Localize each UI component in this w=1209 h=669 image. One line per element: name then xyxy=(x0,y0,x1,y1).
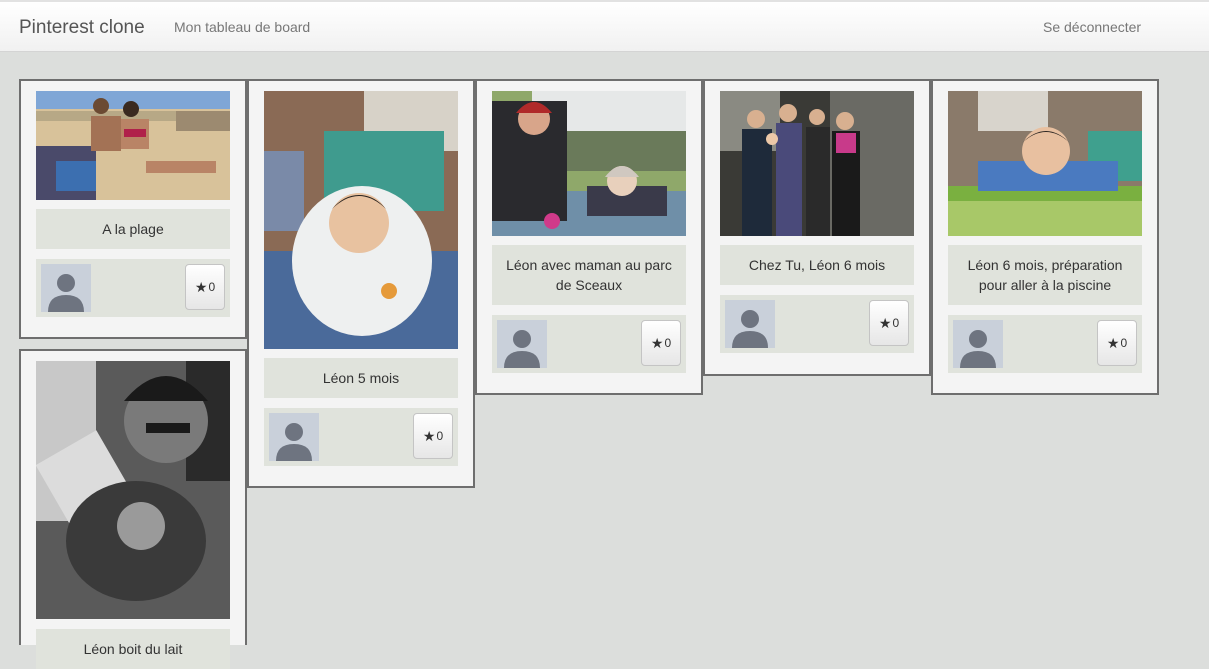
pin-footer: ★ 0 xyxy=(264,408,458,466)
like-button[interactable]: ★ 0 xyxy=(413,413,453,459)
user-avatar[interactable] xyxy=(41,264,91,312)
star-icon: ★ xyxy=(650,334,664,351)
bottle-photo-icon xyxy=(36,361,230,619)
family-photo-icon xyxy=(720,91,914,236)
pin-footer: ★ 0 xyxy=(720,295,914,353)
user-avatar[interactable] xyxy=(953,320,1003,368)
beach-photo-icon xyxy=(36,91,230,200)
pin-caption: A la plage xyxy=(36,209,230,249)
like-button[interactable]: ★ 0 xyxy=(641,320,681,366)
like-button[interactable]: ★ 0 xyxy=(869,300,909,346)
board-link[interactable]: Mon tableau de board xyxy=(174,19,310,35)
user-silhouette-icon xyxy=(960,330,996,368)
star-icon: ★ xyxy=(1106,334,1120,351)
user-avatar[interactable] xyxy=(497,320,547,368)
pin-caption: Chez Tu, Léon 6 mois xyxy=(720,245,914,285)
pin-photo[interactable] xyxy=(264,91,458,349)
pin-card: Chez Tu, Léon 6 mois ★ 0 xyxy=(703,79,931,376)
pin-footer: ★ 0 xyxy=(36,259,230,317)
like-button[interactable]: ★ 0 xyxy=(185,264,225,310)
star-icon: ★ xyxy=(422,427,436,444)
pin-card: Léon avec maman au parc de Sceaux ★ 0 xyxy=(475,79,703,395)
pin-photo[interactable] xyxy=(720,91,914,236)
brand-link[interactable]: Pinterest clone xyxy=(19,17,145,39)
pin-card: Léon boit du lait xyxy=(19,349,247,669)
baby-photo-icon xyxy=(264,91,458,349)
user-silhouette-icon xyxy=(276,423,312,461)
user-avatar[interactable] xyxy=(269,413,319,461)
pin-photo[interactable] xyxy=(36,361,230,619)
logout-link[interactable]: Se déconnecter xyxy=(1043,19,1141,35)
pin-photo[interactable] xyxy=(36,91,230,200)
user-avatar[interactable] xyxy=(725,300,775,348)
pin-footer: ★ 0 xyxy=(948,315,1142,373)
pin-caption: Léon 5 mois xyxy=(264,358,458,398)
like-button[interactable]: ★ 0 xyxy=(1097,320,1137,366)
user-silhouette-icon xyxy=(48,274,84,312)
user-silhouette-icon xyxy=(504,330,540,368)
pin-caption: Léon 6 mois, préparation pour aller à la… xyxy=(948,245,1142,305)
star-icon: ★ xyxy=(194,278,208,295)
pin-photo[interactable] xyxy=(948,91,1142,236)
pin-photo[interactable] xyxy=(492,91,686,236)
park-photo-icon xyxy=(492,91,686,236)
user-silhouette-icon xyxy=(732,310,768,348)
pin-card: A la plage ★ 0 xyxy=(19,79,247,339)
pin-caption: Léon avec maman au parc de Sceaux xyxy=(492,245,686,305)
pin-footer: ★ 0 xyxy=(492,315,686,373)
pin-card: Léon 5 mois ★ 0 xyxy=(247,79,475,488)
navbar: Pinterest clone Mon tableau de board Se … xyxy=(0,0,1209,52)
pin-caption: Léon boit du lait xyxy=(36,629,230,669)
star-icon: ★ xyxy=(878,314,892,331)
pin-card: Léon 6 mois, préparation pour aller à la… xyxy=(931,79,1159,395)
baby-photo-icon xyxy=(948,91,1142,236)
